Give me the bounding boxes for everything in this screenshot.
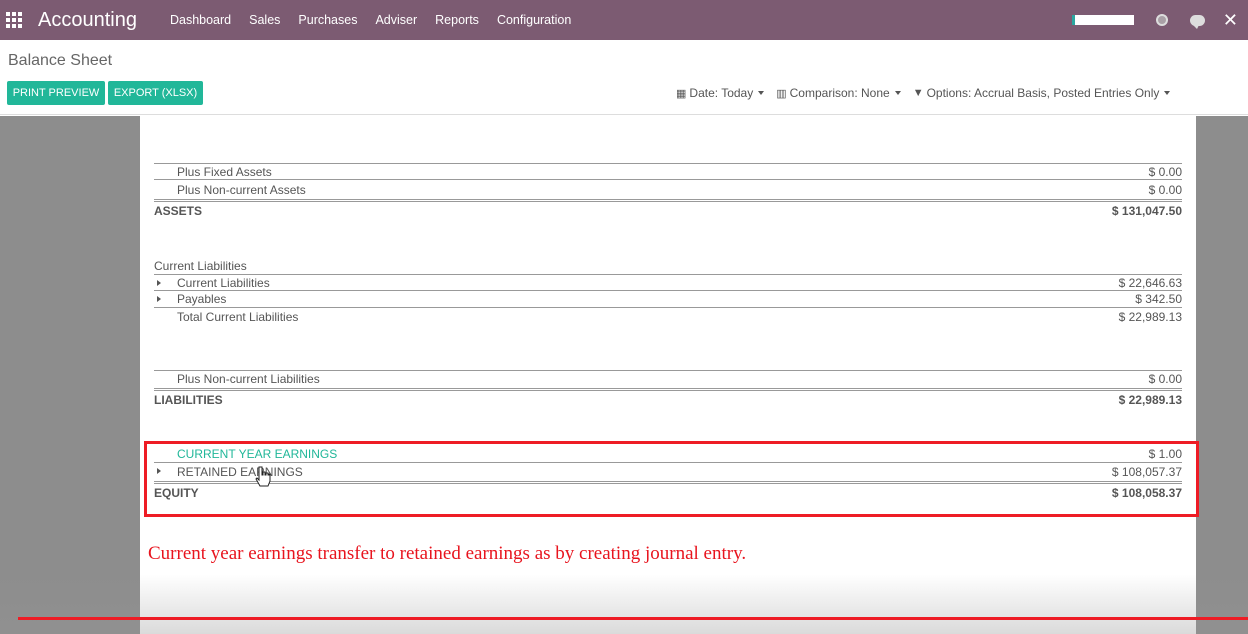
control-panel: Balance Sheet PRINT PREVIEW EXPORT (XLSX… (0, 40, 1248, 115)
page-title: Balance Sheet (8, 52, 113, 69)
calendar-icon: ▦ (676, 87, 687, 100)
expand-arrow-icon[interactable] (157, 280, 161, 286)
report-filters: ▦ Date: Today ▥ Comparison: None ▼ Optio… (676, 86, 1182, 100)
row-plus-noncurrent-liabilities: Plus Non-current Liabilities $ 0.00 (154, 370, 1182, 387)
row-payables[interactable]: Payables $ 342.50 (154, 291, 1182, 308)
chat-icon[interactable] (1189, 14, 1205, 29)
user-avatar-icon[interactable] (1155, 14, 1168, 26)
row-assets-total: ASSETS $ 131,047.50 (154, 199, 1182, 219)
comparison-filter[interactable]: ▥ Comparison: None (776, 86, 901, 100)
apps-grid-icon[interactable] (6, 12, 22, 28)
annotation-highlight-box (144, 441, 1199, 517)
date-filter-label: Date: Today (689, 86, 754, 100)
print-preview-button[interactable]: PRINT PREVIEW (7, 81, 105, 105)
caret-down-icon (1164, 91, 1171, 95)
navbar-systray: ✕ (1071, 0, 1238, 40)
row-current-liabilities-header: Current Liabilities (154, 258, 247, 273)
app-brand[interactable]: Accounting (38, 9, 137, 32)
row-plus-noncurrent-assets: Plus Non-current Assets $ 0.00 (177, 182, 1182, 197)
activity-progress-bar[interactable] (1071, 15, 1134, 25)
comparison-filter-label: Comparison: None (789, 86, 890, 100)
hand-pointer-icon (255, 466, 271, 487)
row-plus-fixed-assets: Plus Fixed Assets $ 0.00 (154, 163, 1182, 180)
row-liabilities-total: LIABILITIES $ 22,989.13 (154, 388, 1182, 408)
top-navbar: Accounting Dashboard Sales Purchases Adv… (0, 0, 1248, 40)
annotation-caption: Current year earnings transfer to retain… (148, 543, 747, 564)
filter-funnel-icon: ▼ (912, 87, 924, 99)
annotation-underline (18, 617, 1248, 620)
close-icon[interactable]: ✕ (1223, 11, 1238, 29)
options-filter[interactable]: ▼ Options: Accrual Basis, Posted Entries… (913, 86, 1171, 100)
menu-adviser[interactable]: Adviser (375, 13, 417, 27)
bar-chart-icon: ▥ (776, 87, 787, 100)
options-filter-label: Options: Accrual Basis, Posted Entries O… (926, 86, 1160, 100)
expand-arrow-icon[interactable] (157, 296, 161, 302)
menu-sales[interactable]: Sales (249, 13, 280, 27)
menu-purchases[interactable]: Purchases (298, 13, 357, 27)
caret-down-icon (894, 91, 901, 95)
export-xlsx-button[interactable]: EXPORT (XLSX) (108, 81, 203, 105)
row-current-liabilities[interactable]: Current Liabilities $ 22,646.63 (154, 274, 1182, 291)
row-total-current-liabilities: Total Current Liabilities $ 22,989.13 (177, 309, 1182, 324)
menu-reports[interactable]: Reports (435, 13, 479, 27)
menu-configuration[interactable]: Configuration (497, 13, 571, 27)
caret-down-icon (758, 91, 765, 95)
date-filter[interactable]: ▦ Date: Today (676, 86, 765, 100)
menu-dashboard[interactable]: Dashboard (170, 13, 231, 27)
